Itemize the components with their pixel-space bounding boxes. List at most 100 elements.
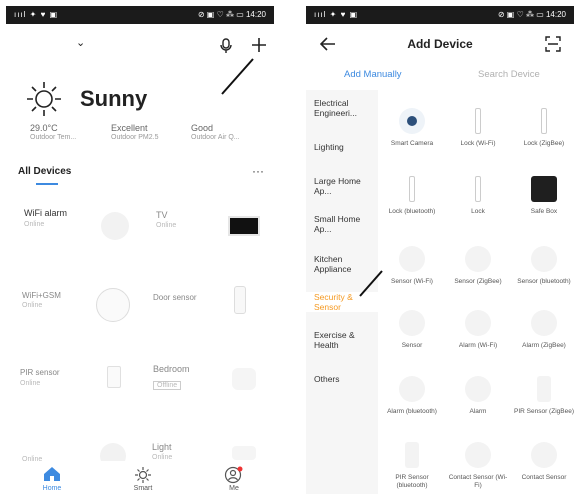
category-lighting[interactable]: Lighting [306, 142, 378, 152]
device-type-item[interactable]: Alarm (Wi-Fi) [448, 310, 508, 350]
sensor-icon [531, 246, 557, 272]
device-type-label: Alarm (ZigBee) [522, 342, 566, 349]
offline-badge: Offline [153, 381, 182, 390]
back-arrow-icon[interactable] [319, 37, 336, 51]
device-status: Online [22, 302, 43, 309]
device-type-label: Sensor (bluetooth) [517, 278, 571, 285]
alarm-icon [465, 376, 491, 402]
tab-me[interactable]: Me [214, 485, 254, 492]
gsm-panel-icon [96, 288, 130, 322]
device-type-item[interactable]: PIR Sensor (ZigBee) [514, 376, 574, 416]
device-type-item[interactable]: Sensor (bluetooth) [514, 246, 574, 286]
category-others[interactable]: Others [306, 374, 378, 384]
outdoor-temp-value: 29.0°C [30, 123, 58, 133]
outdoor-air-label: Outdoor Air Q... [191, 134, 240, 141]
page-title: Add Device [407, 37, 473, 51]
safe-box-icon [531, 176, 557, 202]
outdoor-pm-value: Excellent [111, 123, 148, 133]
add-device-plus-icon[interactable] [250, 36, 268, 54]
device-type-item[interactable]: PIR Sensor (bluetooth) [382, 442, 442, 490]
device-type-label: Lock (Wi-Fi) [460, 140, 496, 147]
category-exercise-health[interactable]: Exercise & Health [306, 330, 378, 350]
device-type-item[interactable]: Smart Camera [382, 108, 442, 148]
contact-sensor-icon [531, 442, 557, 468]
device-type-item[interactable]: Lock (ZigBee) [514, 108, 574, 148]
device-type-label: Lock (bluetooth) [388, 208, 436, 215]
device-card[interactable]: PIR sensor Online [20, 368, 60, 387]
alarm-icon [465, 310, 491, 336]
device-status: Online [24, 221, 45, 228]
sensor-icon [465, 246, 491, 272]
tv-device-icon [228, 216, 260, 236]
tab-underline [36, 183, 58, 185]
home-dropdown-chevron-icon[interactable]: ⌄ [76, 36, 85, 49]
category-large-home[interactable]: Large Home Ap... [306, 176, 378, 196]
outdoor-air-value: Good [191, 123, 214, 133]
device-type-item[interactable]: Alarm (bluetooth) [382, 376, 442, 416]
device-type-item[interactable]: Contact Sensor (Wi-Fi) [448, 442, 508, 490]
category-electrical[interactable]: Electrical Engineeri... [306, 98, 378, 118]
contact-sensor-icon [465, 442, 491, 468]
camera-icon [399, 108, 425, 134]
device-type-item[interactable]: Alarm [448, 376, 508, 416]
status-icons-right: ⊘ ▣ ♡ ⁂ ▭ 14:20 [497, 10, 566, 19]
device-name[interactable]: Door sensor [153, 293, 197, 302]
tab-add-manually[interactable]: Add Manually [344, 69, 402, 80]
home-screen: ıııl ✦ ♥ ▣ ⊘ ▣ ♡ ⁂ ▭ 14:20 ⌄ Sunny 29.0°… [6, 6, 274, 494]
device-type-item[interactable]: Safe Box [514, 176, 574, 216]
home-icon[interactable] [42, 466, 62, 482]
device-type-label: Sensor (ZigBee) [454, 278, 502, 285]
lock-icon [465, 176, 491, 202]
more-options-icon[interactable]: ··· [252, 164, 264, 178]
device-status: Online [156, 222, 177, 229]
lock-icon [399, 176, 425, 202]
device-type-label: Lock (ZigBee) [523, 140, 565, 147]
tab-search-device[interactable]: Search Device [478, 69, 540, 80]
device-type-label: Alarm [469, 408, 487, 415]
device-type-item[interactable]: Sensor (ZigBee) [448, 246, 508, 286]
sensor-icon [399, 246, 425, 272]
status-bar: ıııl ✦ ♥ ▣ ⊘ ▣ ♡ ⁂ ▭ 14:20 [6, 6, 274, 24]
device-card[interactable]: WiFi+GSM Online [22, 291, 61, 309]
device-status: Online [152, 454, 173, 461]
status-icons-left: ıııl ✦ ♥ ▣ [314, 10, 359, 19]
weather-condition: Sunny [80, 86, 148, 111]
device-type-item[interactable]: Contact Sensor [514, 442, 574, 482]
device-type-label: Smart Camera [390, 140, 434, 147]
device-type-item[interactable]: Lock [448, 176, 508, 216]
device-type-label: Sensor [401, 342, 423, 349]
sensor-icon [399, 310, 425, 336]
annotation-arrow [220, 56, 256, 96]
device-name: Light [152, 442, 172, 452]
tab-smart[interactable]: Smart [123, 485, 163, 492]
device-type-item[interactable]: Sensor (Wi-Fi) [382, 246, 442, 286]
device-card[interactable]: Bedroom Offline [153, 364, 190, 392]
pir-sensor-icon [537, 376, 551, 402]
bedroom-device-icon [232, 368, 256, 390]
scan-icon[interactable] [545, 36, 561, 52]
device-type-item[interactable]: Alarm (ZigBee) [514, 310, 574, 350]
category-small-home[interactable]: Small Home Ap... [306, 214, 378, 234]
device-status: Online [20, 380, 41, 387]
alarm-icon [531, 310, 557, 336]
device-type-item[interactable]: Lock (bluetooth) [382, 176, 442, 216]
device-card[interactable]: Light Online [152, 442, 172, 461]
tab-home[interactable]: Home [32, 485, 72, 492]
device-type-label: Contact Sensor [521, 474, 567, 481]
light-device-icon [232, 446, 256, 460]
microphone-icon[interactable] [219, 38, 233, 54]
device-card[interactable]: WiFi alarm Online [24, 208, 67, 228]
door-sensor-icon [234, 286, 246, 314]
me-profile-icon[interactable] [224, 466, 244, 484]
smart-sun-icon[interactable] [134, 466, 152, 484]
pir-sensor-icon [405, 442, 419, 468]
device-card[interactable]: TV Online [156, 210, 176, 229]
device-type-label: Lock [471, 208, 485, 215]
device-type-label: Alarm (Wi-Fi) [458, 342, 498, 349]
status-icons-right: ⊘ ▣ ♡ ⁂ ▭ 14:20 [197, 10, 266, 19]
lock-icon [465, 108, 491, 134]
device-type-item[interactable]: Lock (Wi-Fi) [448, 108, 508, 148]
tab-all-devices[interactable]: All Devices [18, 166, 71, 177]
device-type-label: Sensor (Wi-Fi) [391, 278, 433, 285]
device-type-item[interactable]: Sensor [382, 310, 442, 350]
